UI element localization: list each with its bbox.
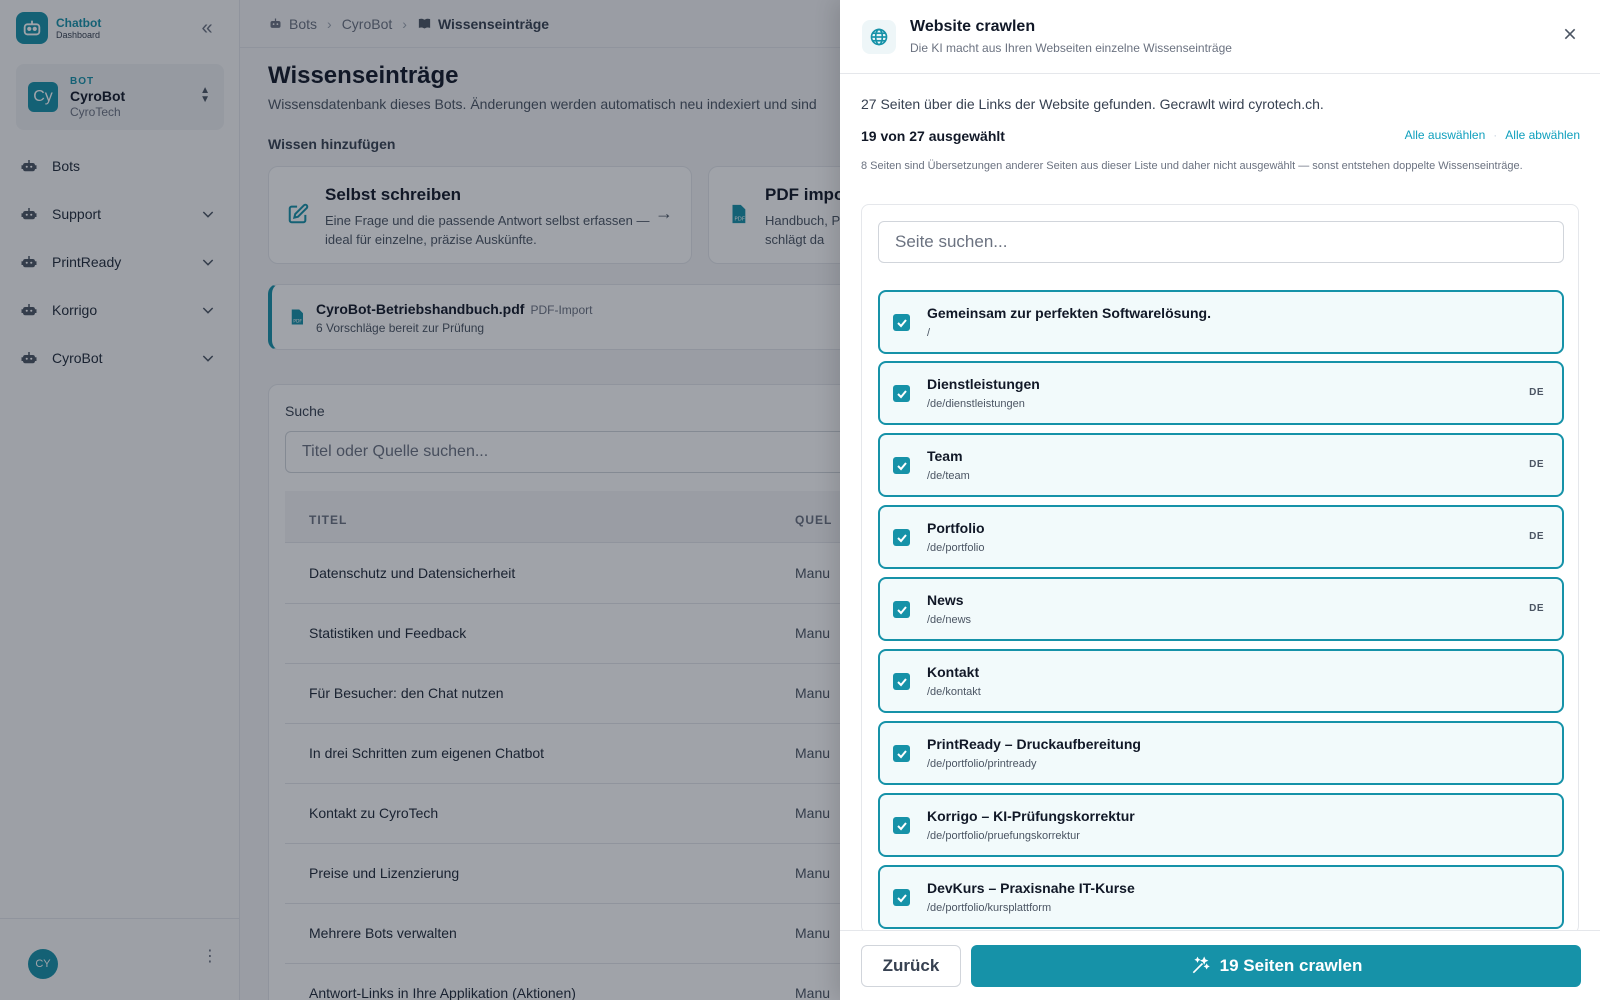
crawl-button-label: 19 Seiten crawlen	[1219, 956, 1363, 975]
page-list-item[interactable]: Kontakt /de/kontakt	[878, 649, 1564, 713]
page-path: /de/kontakt	[927, 686, 981, 698]
page-title: Team	[927, 448, 963, 464]
language-badge: DE	[1529, 531, 1544, 542]
page-title: Portfolio	[927, 520, 985, 536]
page-title: Gemeinsam zur perfekten Softwarelösung.	[927, 305, 1211, 321]
modal-backdrop[interactable]	[0, 0, 840, 1000]
checkbox-checked-icon[interactable]	[893, 601, 910, 618]
page-path: /de/portfolio/pruefungskorrektur	[927, 830, 1080, 842]
page-path: /	[927, 327, 931, 339]
select-all-link[interactable]: Alle auswählen	[1405, 128, 1486, 142]
checkbox-checked-icon[interactable]	[893, 314, 910, 331]
checkbox-checked-icon[interactable]	[893, 385, 910, 402]
selection-count: 19 von 27 ausgewählt	[861, 128, 1005, 144]
deselect-all-link[interactable]: Alle abwählen	[1505, 128, 1580, 142]
language-badge: DE	[1529, 387, 1544, 398]
page-path: /de/news	[927, 614, 972, 626]
back-button[interactable]: Zurück	[861, 945, 961, 987]
crawl-website-drawer: Website crawlen Die KI macht aus Ihren W…	[840, 0, 1600, 1000]
drawer-title: Website crawlen	[910, 18, 1036, 35]
crawl-info: 27 Seiten über die Links der Website gef…	[861, 96, 1324, 112]
page-list-item[interactable]: News /de/news DE	[878, 577, 1564, 641]
selection-links: Alle auswählen · Alle abwählen	[1405, 128, 1580, 142]
page-path: /de/portfolio/printready	[927, 758, 1037, 770]
checkbox-checked-icon[interactable]	[893, 673, 910, 690]
globe-icon	[862, 20, 896, 54]
page-title: Kontakt	[927, 664, 980, 680]
page-list-item[interactable]: Portfolio /de/portfolio DE	[878, 505, 1564, 569]
close-icon[interactable]	[1562, 26, 1578, 42]
page-title: News	[927, 592, 964, 608]
checkbox-checked-icon[interactable]	[893, 745, 910, 762]
page-path: /de/portfolio	[927, 542, 985, 554]
language-badge: DE	[1529, 459, 1544, 470]
page-list-item[interactable]: Gemeinsam zur perfekten Softwarelösung. …	[878, 290, 1564, 354]
drawer-footer: Zurück 19 Seiten crawlen	[840, 930, 1600, 1000]
page-title: Dienstleistungen	[927, 376, 1040, 392]
separator-dot: ·	[1493, 128, 1498, 142]
page-search-input[interactable]: Seite suchen...	[878, 221, 1564, 263]
language-badge: DE	[1529, 603, 1544, 614]
drawer-subtitle: Die KI macht aus Ihren Webseiten einzeln…	[910, 41, 1232, 55]
checkbox-checked-icon[interactable]	[893, 529, 910, 546]
page-list-item[interactable]: DevKurs – Praxisnahe IT-Kurse /de/portfo…	[878, 865, 1564, 929]
drawer-header: Website crawlen Die KI macht aus Ihren W…	[840, 0, 1600, 74]
page-path: /de/portfolio/kursplattform	[927, 902, 1052, 914]
page-list-item[interactable]: Team /de/team DE	[878, 433, 1564, 497]
translation-note: 8 Seiten sind Übersetzungen anderer Seit…	[861, 160, 1523, 172]
page-list-item[interactable]: PrintReady – Druckaufbereitung /de/portf…	[878, 721, 1564, 785]
magic-wand-icon	[1192, 956, 1210, 974]
page-title: DevKurs – Praxisnahe IT-Kurse	[927, 880, 1135, 896]
page-list-panel[interactable]: Seite suchen... Gemeinsam zur perfekten …	[861, 204, 1579, 934]
page-path: /de/team	[927, 470, 970, 482]
page-title: PrintReady – Druckaufbereitung	[927, 736, 1141, 752]
page-list-item[interactable]: Dienstleistungen /de/dienstleistungen DE	[878, 361, 1564, 425]
crawl-button[interactable]: 19 Seiten crawlen	[971, 945, 1581, 987]
page-title: Korrigo – KI-Prüfungskorrektur	[927, 808, 1135, 824]
checkbox-checked-icon[interactable]	[893, 889, 910, 906]
page-path: /de/dienstleistungen	[927, 398, 1025, 410]
checkbox-checked-icon[interactable]	[893, 817, 910, 834]
checkbox-checked-icon[interactable]	[893, 457, 910, 474]
page-list-item[interactable]: Korrigo – KI-Prüfungskorrektur /de/portf…	[878, 793, 1564, 857]
